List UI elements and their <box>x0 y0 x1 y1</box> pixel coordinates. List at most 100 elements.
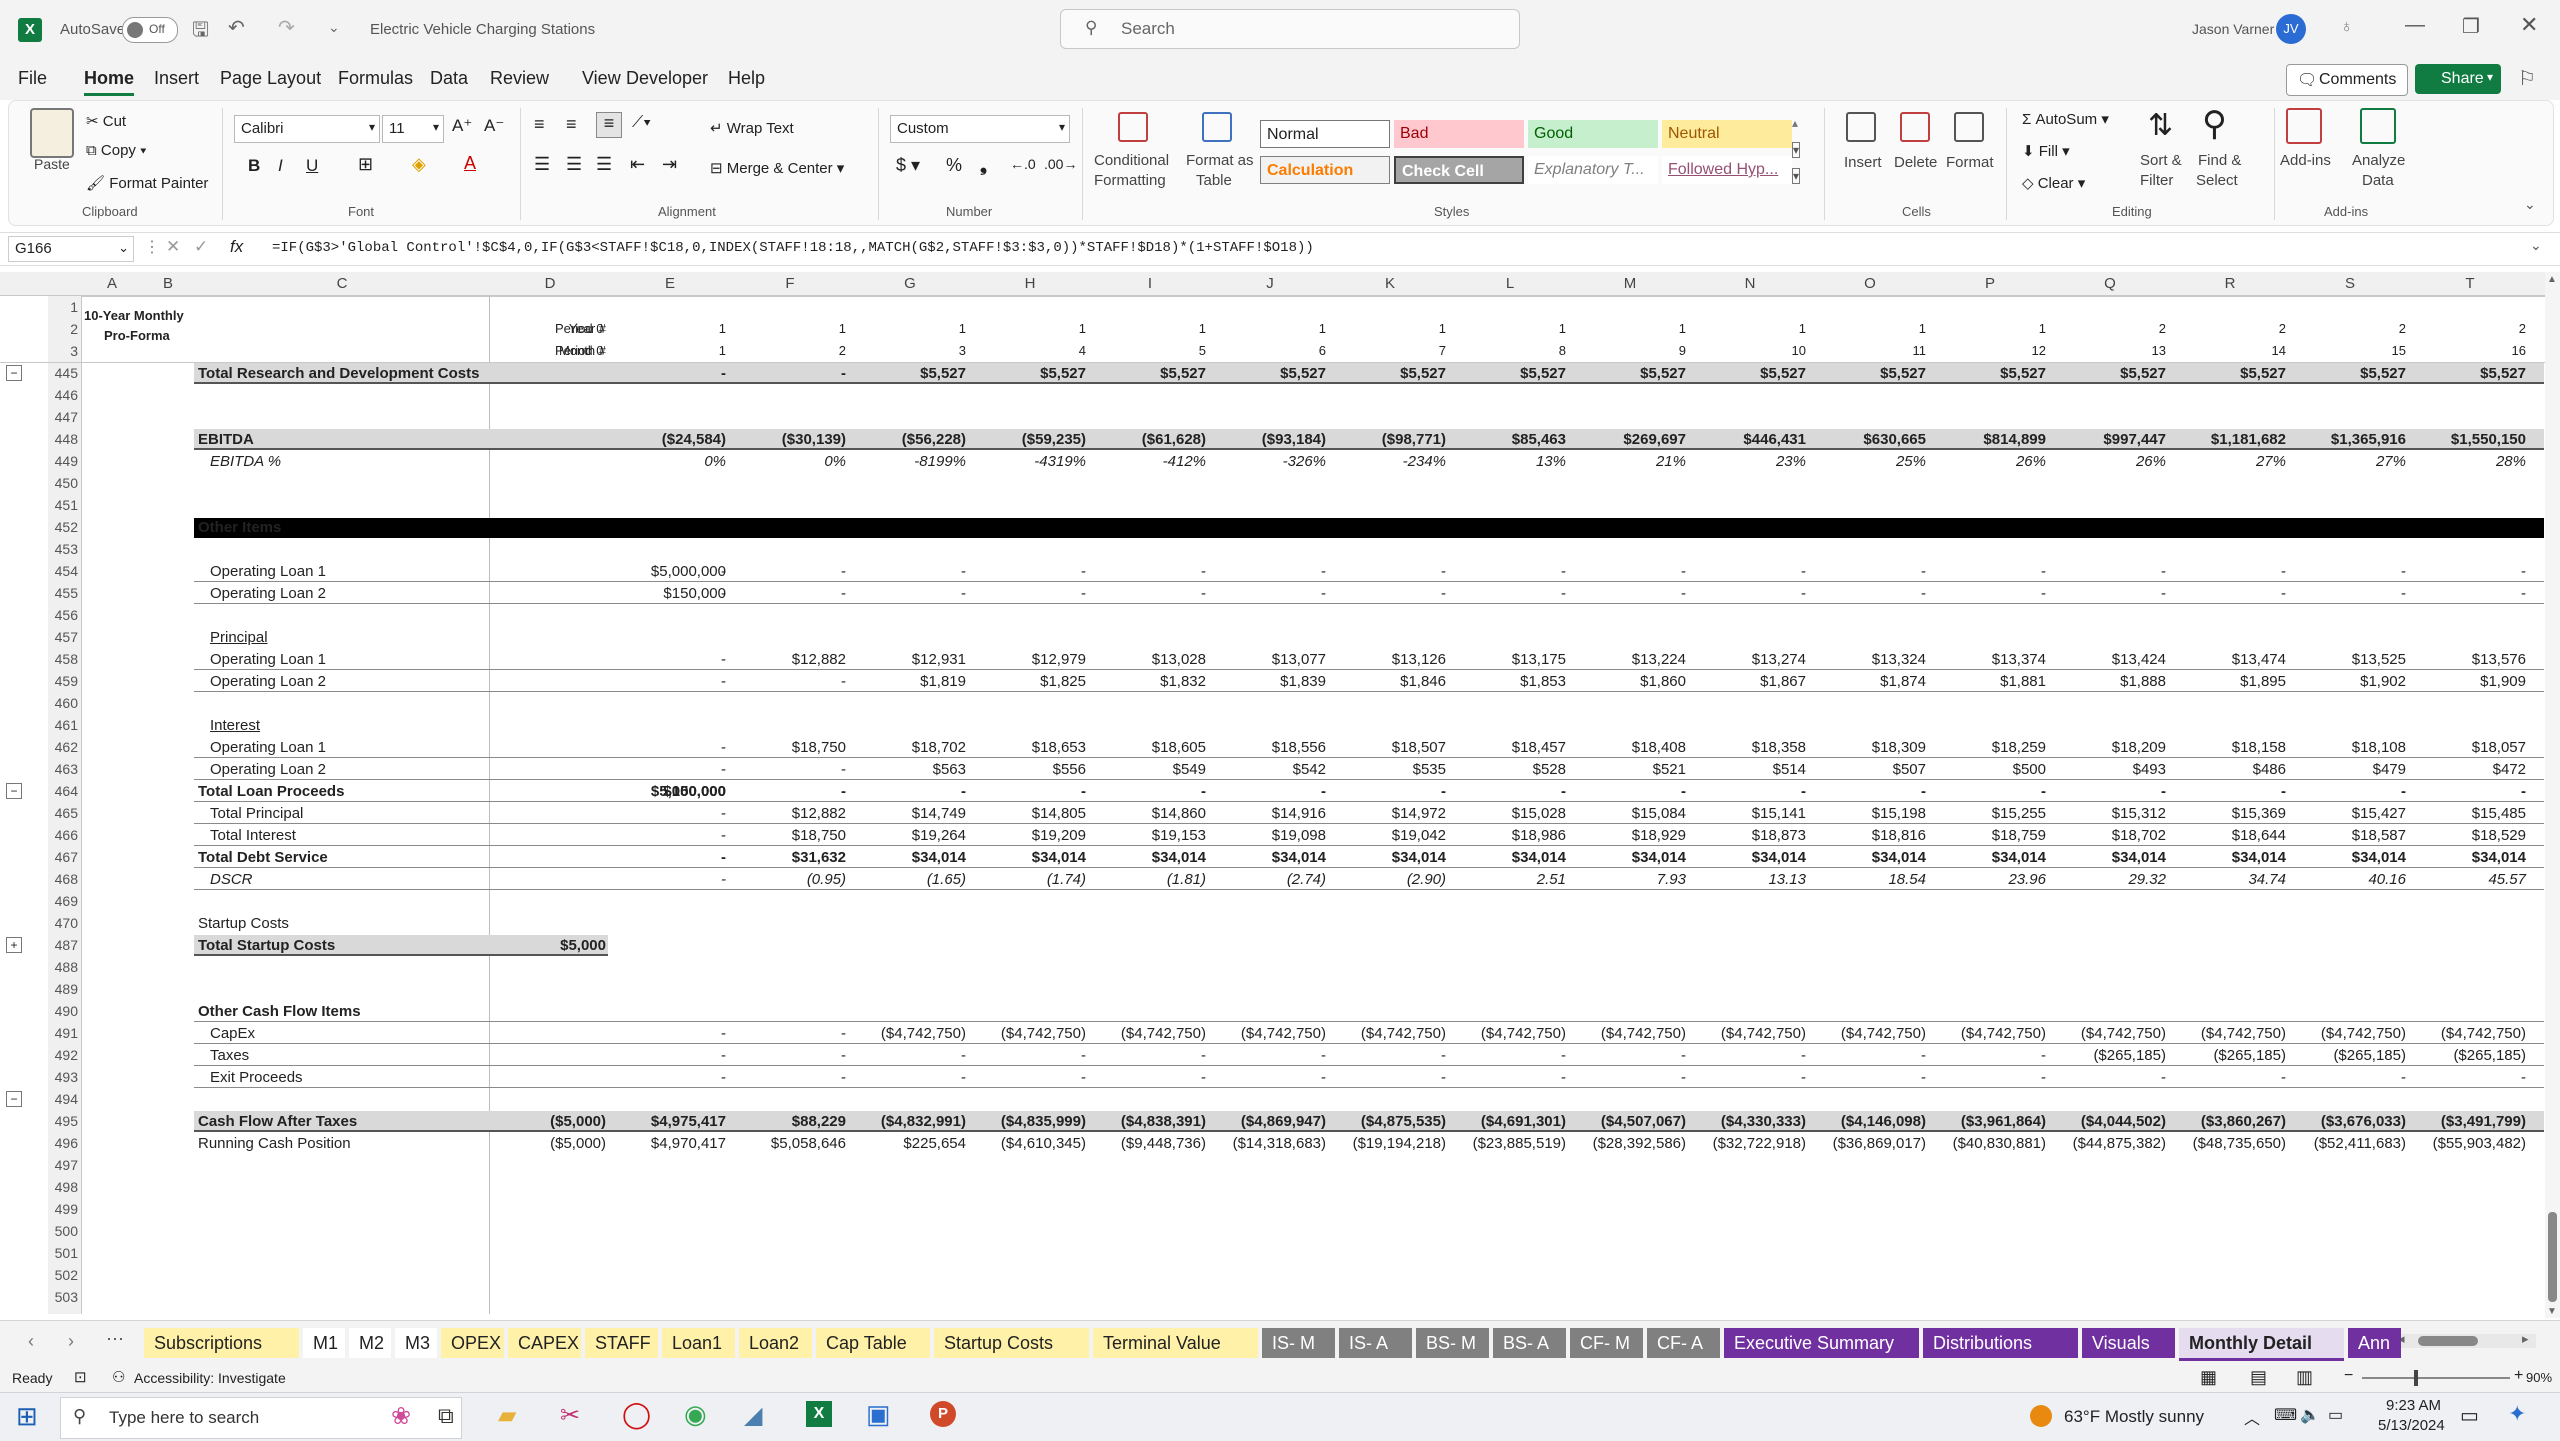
row-label[interactable]: Principal <box>210 629 268 646</box>
fill-color-icon[interactable]: ◈ <box>412 154 426 175</box>
row-header[interactable]: 466 <box>48 827 78 843</box>
macro-record-icon[interactable]: ⊡ <box>74 1368 87 1386</box>
expand-formula-icon[interactable]: ⌄ <box>2530 237 2542 254</box>
value-cell[interactable]: ($4,742,750) <box>2290 1025 2406 1042</box>
fill-button[interactable]: ⬇ Fill ▾ <box>2022 142 2070 160</box>
column-header-h[interactable]: H <box>970 275 1090 292</box>
network-icon[interactable]: ⌨ <box>2274 1405 2297 1425</box>
number-format-select[interactable]: Custom ▾ <box>890 115 1070 143</box>
borders-icon[interactable]: ⊞ <box>358 154 373 175</box>
column-header-s[interactable]: S <box>2290 275 2410 292</box>
comma-icon[interactable]: ❟ <box>980 155 987 176</box>
underline-icon[interactable]: U <box>306 156 318 176</box>
value-cell[interactable]: $34,014 <box>1570 849 1686 866</box>
value-cell[interactable]: - <box>970 1047 1086 1064</box>
value-cell[interactable]: $814,899 <box>1930 431 2046 448</box>
row-label[interactable]: Operating Loan 2 <box>210 761 326 778</box>
name-box[interactable]: G166 ⌄ <box>8 236 134 262</box>
value-cell[interactable]: $13,028 <box>1090 651 1206 668</box>
value-cell[interactable]: ($4,742,750) <box>1930 1025 2046 1042</box>
value-cell[interactable]: - <box>1090 563 1206 580</box>
row-label[interactable]: Operating Loan 1 <box>210 563 326 580</box>
user-name[interactable]: Jason Varner <box>2192 21 2274 37</box>
conditional-formatting-icon[interactable] <box>1118 112 1148 142</box>
format-painter-button[interactable]: 🖌 Format Painter <box>86 174 208 192</box>
value-cell[interactable]: $18,873 <box>1690 827 1806 844</box>
column-header-c[interactable]: C <box>194 275 490 292</box>
value-cell[interactable]: $13,374 <box>1930 651 2046 668</box>
value-cell[interactable]: $14,972 <box>1330 805 1446 822</box>
clock-date[interactable]: 5/13/2024 <box>2378 1417 2445 1434</box>
align-bottom-icon[interactable]: ≡ <box>596 112 622 138</box>
value-cell[interactable]: $514 <box>1690 761 1806 778</box>
value-cell[interactable]: - <box>2170 783 2286 800</box>
value-cell[interactable]: - <box>2410 585 2526 602</box>
value-cell[interactable]: ($4,742,750) <box>1210 1025 1326 1042</box>
value-cell[interactable]: $542 <box>1210 761 1326 778</box>
value-cell[interactable]: $1,819 <box>850 673 966 690</box>
analyze-data-button[interactable]: Analyze <box>2352 152 2405 169</box>
value-cell[interactable]: ($4,742,750) <box>1090 1025 1206 1042</box>
font-family-select[interactable]: Calibri ▾ <box>234 115 380 143</box>
value-cell[interactable]: $5,527 <box>1810 365 1926 382</box>
value-cell[interactable]: - <box>850 563 966 580</box>
sheet-tab-is-m[interactable]: IS- M <box>1262 1328 1335 1358</box>
value-cell[interactable]: ($265,185) <box>2050 1047 2166 1064</box>
value-cell[interactable]: $18,986 <box>1450 827 1566 844</box>
value-cell[interactable]: - <box>2050 783 2166 800</box>
value-cell[interactable]: 13% <box>1450 453 1566 470</box>
row-header[interactable]: 448 <box>48 431 78 447</box>
value-cell[interactable]: $269,697 <box>1570 431 1686 448</box>
row-label[interactable]: Total Startup Costs <box>198 937 335 954</box>
column-header-g[interactable]: G <box>850 275 970 292</box>
sheet-tab-bs-m[interactable]: BS- M <box>1416 1328 1489 1358</box>
value-cell[interactable]: $13,424 <box>2050 651 2166 668</box>
row-label[interactable]: Exit Proceeds <box>210 1069 303 1086</box>
row-label[interactable]: Total Loan Proceeds <box>198 783 344 800</box>
value-cell[interactable]: - <box>1690 585 1806 602</box>
value-cell[interactable]: - <box>1090 1069 1206 1086</box>
value-cell[interactable]: - <box>1570 585 1686 602</box>
row-header[interactable]: 463 <box>48 761 78 777</box>
value-cell[interactable]: - <box>2290 783 2406 800</box>
value-cell[interactable]: 0% <box>730 453 846 470</box>
normal-view-icon[interactable]: ▦ <box>2200 1367 2217 1388</box>
row-header[interactable]: 501 <box>48 1245 78 1261</box>
autosum-button[interactable]: Σ AutoSum ▾ <box>2022 110 2109 128</box>
value-cell[interactable]: $14,749 <box>850 805 966 822</box>
more-options-icon[interactable]: ⋮ <box>144 237 160 257</box>
format-as-table-icon[interactable] <box>1202 112 1232 142</box>
decrease-indent-icon[interactable]: ⇤ <box>630 154 645 175</box>
value-cell[interactable]: 13.13 <box>1690 871 1806 888</box>
value-cell[interactable]: $14,805 <box>970 805 1086 822</box>
value-cell[interactable]: 27% <box>2290 453 2406 470</box>
row-header[interactable]: 496 <box>48 1135 78 1151</box>
value-cell[interactable]: $472 <box>2410 761 2526 778</box>
value-cell[interactable]: ($4,044,502) <box>2050 1113 2166 1130</box>
row-header[interactable]: 470 <box>48 915 78 931</box>
value-cell[interactable]: $34,014 <box>2170 849 2286 866</box>
value-cell[interactable]: $5,058,646 <box>730 1135 846 1152</box>
value-cell[interactable]: - <box>1930 1047 2046 1064</box>
value-cell[interactable]: $34,014 <box>850 849 966 866</box>
value-cell[interactable]: $19,209 <box>970 827 1086 844</box>
column-header-e[interactable]: E <box>610 275 730 292</box>
format-cells-button[interactable]: Format <box>1946 154 1994 171</box>
menu-formulas[interactable]: Formulas <box>338 68 413 89</box>
value-cell[interactable]: ($61,628) <box>1090 431 1206 448</box>
value-cell[interactable]: - <box>2050 585 2166 602</box>
row-header[interactable]: 503 <box>48 1289 78 1305</box>
column-header-p[interactable]: P <box>1930 275 2050 292</box>
row-header[interactable]: 455 <box>48 585 78 601</box>
value-cell[interactable]: - <box>610 1069 726 1086</box>
row-label[interactable]: Total Interest <box>210 827 296 844</box>
value-cell[interactable]: $4,975,417 <box>610 1113 726 1130</box>
gallery-more-icon[interactable]: ▾ <box>1792 168 1801 184</box>
volume-icon[interactable]: 🔈 <box>2300 1405 2320 1425</box>
value-cell[interactable]: $15,084 <box>1570 805 1686 822</box>
column-header-t[interactable]: T <box>2410 275 2530 292</box>
style-explanatory-t-[interactable]: Explanatory T... <box>1528 156 1658 184</box>
value-cell[interactable]: $12,931 <box>850 651 966 668</box>
weather-icon[interactable] <box>2030 1405 2052 1427</box>
scroll-right-icon[interactable]: ▸ <box>2522 1331 2529 1347</box>
